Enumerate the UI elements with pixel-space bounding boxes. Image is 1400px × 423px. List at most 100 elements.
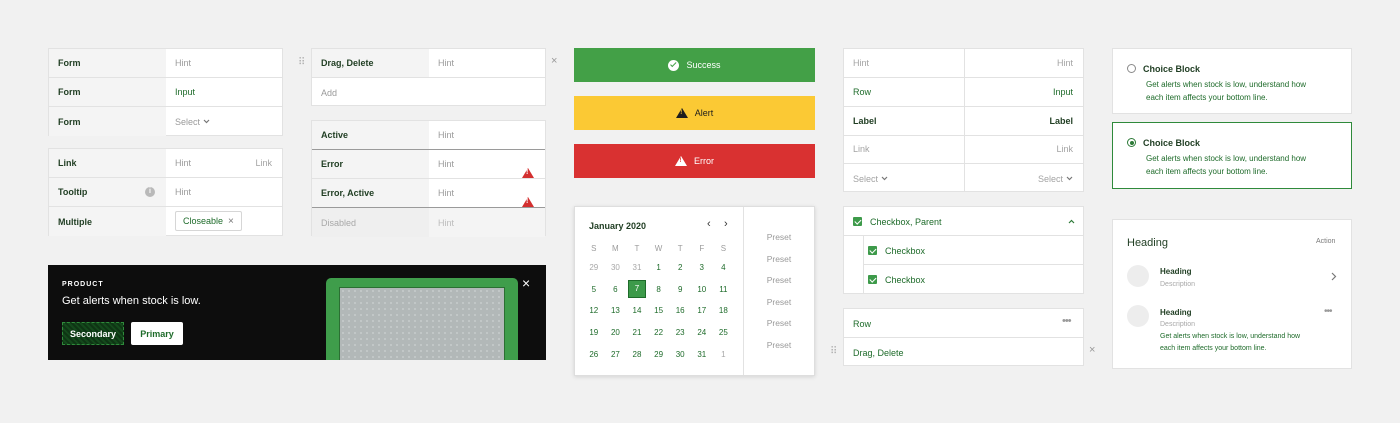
calendar-day[interactable]: 1 xyxy=(648,257,670,279)
drag-row-hint[interactable]: Hint xyxy=(429,49,454,77)
form-row-link[interactable]: Link Hint Link xyxy=(49,149,282,178)
calendar-day[interactable]: 10 xyxy=(691,279,713,301)
add-row[interactable]: Add xyxy=(312,78,545,107)
calendar-day[interactable]: 18 xyxy=(713,300,735,322)
calendar-day[interactable]: 31 xyxy=(691,343,713,365)
calendar-day[interactable]: 19 xyxy=(583,322,605,344)
choice-block[interactable]: Choice Block Get alerts when stock is lo… xyxy=(1112,48,1352,114)
state-row-error[interactable]: Error Hint xyxy=(312,150,545,179)
card-item[interactable]: Heading Description Get alerts when stoc… xyxy=(1113,302,1351,362)
calendar-day[interactable]: 5 xyxy=(583,279,605,301)
calendar-day[interactable]: 14 xyxy=(626,300,648,322)
calendar-day[interactable]: 25 xyxy=(713,322,735,344)
form-row-hint[interactable]: Hint xyxy=(166,149,191,177)
grid-row[interactable]: Row Input xyxy=(844,78,1083,107)
chevron-right-icon[interactable] xyxy=(1331,272,1337,281)
state-row-hint[interactable]: Hint xyxy=(429,150,454,178)
chevron-up-icon[interactable] xyxy=(1068,219,1075,224)
list-row[interactable]: Row ••• xyxy=(844,309,1083,338)
checkbox-checked-icon[interactable] xyxy=(868,246,877,255)
form-row-link-text[interactable]: Link xyxy=(246,149,272,177)
preset-item[interactable]: Preset xyxy=(744,227,814,249)
chevron-left-icon[interactable]: ‹ xyxy=(707,218,711,230)
close-icon[interactable]: × xyxy=(228,216,234,227)
grid-cell-right[interactable]: Link xyxy=(1056,135,1073,163)
checkbox-checked-icon[interactable] xyxy=(853,217,862,226)
list-row[interactable]: Drag, Delete xyxy=(844,338,1083,367)
calendar-day[interactable]: 30 xyxy=(605,257,627,279)
calendar-day[interactable]: 24 xyxy=(691,322,713,344)
card-item[interactable]: Heading Description xyxy=(1113,260,1351,295)
state-row-active[interactable]: Active Hint xyxy=(312,121,545,150)
calendar-day[interactable]: 2 xyxy=(669,257,691,279)
calendar-day[interactable]: 22 xyxy=(648,322,670,344)
info-icon[interactable]: i xyxy=(145,187,155,197)
grid-select-right[interactable]: Select xyxy=(1038,164,1073,193)
calendar-day[interactable]: 4 xyxy=(713,257,735,279)
preset-item[interactable]: Preset xyxy=(744,292,814,314)
checkbox-child-row[interactable]: Checkbox xyxy=(863,265,1083,294)
more-horizontal-icon[interactable]: ••• xyxy=(1062,315,1072,327)
calendar-day[interactable]: 13 xyxy=(605,300,627,322)
closeable-chip[interactable]: Closeable × xyxy=(175,211,242,231)
delete-icon[interactable]: × xyxy=(551,55,557,67)
form-row-input[interactable]: Input xyxy=(166,78,195,106)
delete-icon[interactable]: × xyxy=(1089,344,1095,356)
close-icon[interactable]: × xyxy=(522,275,530,291)
calendar-day[interactable]: 30 xyxy=(669,343,691,365)
radio-selected-icon[interactable] xyxy=(1127,138,1136,147)
preset-item[interactable]: Preset xyxy=(744,335,814,357)
checkbox-child-row[interactable]: Checkbox xyxy=(863,236,1083,265)
preset-item[interactable]: Preset xyxy=(744,313,814,335)
checkbox-parent-row[interactable]: Checkbox, Parent xyxy=(844,207,1083,236)
grid-select-left[interactable]: Select xyxy=(853,164,888,193)
grid-row[interactable]: Link Link xyxy=(844,135,1083,164)
calendar-day[interactable]: 28 xyxy=(626,343,648,365)
calendar-day[interactable]: 27 xyxy=(605,343,627,365)
calendar-day[interactable]: 7 xyxy=(626,279,648,301)
grid-row[interactable]: Select Select xyxy=(844,164,1083,193)
calendar-day[interactable]: 26 xyxy=(583,343,605,365)
more-horizontal-icon[interactable]: ••• xyxy=(1324,306,1332,317)
grid-cell-right[interactable]: Input xyxy=(1053,78,1073,106)
add-row-placeholder[interactable]: Add xyxy=(312,78,337,107)
form-row-hint[interactable]: Hint xyxy=(166,178,191,206)
primary-button[interactable]: Primary xyxy=(131,322,183,345)
calendar-day[interactable]: 8 xyxy=(648,279,670,301)
calendar-day[interactable]: 6 xyxy=(605,279,627,301)
selected-day[interactable]: 7 xyxy=(627,280,646,299)
calendar-day[interactable]: 1 xyxy=(713,343,735,365)
calendar-day[interactable]: 17 xyxy=(691,300,713,322)
form-row-hint[interactable]: Hint xyxy=(166,49,191,77)
calendar-day[interactable]: 15 xyxy=(648,300,670,322)
form-row[interactable]: Form Input xyxy=(49,78,282,107)
calendar-day[interactable]: 29 xyxy=(583,257,605,279)
form-row-select[interactable]: Select xyxy=(166,107,210,136)
calendar-day[interactable]: 20 xyxy=(605,322,627,344)
calendar-day[interactable]: 16 xyxy=(669,300,691,322)
checkbox-checked-icon[interactable] xyxy=(868,275,877,284)
calendar-day[interactable]: 9 xyxy=(669,279,691,301)
form-row[interactable]: Form Hint xyxy=(49,49,282,78)
radio-unselected-icon[interactable] xyxy=(1127,64,1136,73)
chevron-right-icon[interactable]: › xyxy=(724,218,728,230)
calendar-day[interactable]: 12 xyxy=(583,300,605,322)
calendar-day[interactable]: 21 xyxy=(626,322,648,344)
calendar-day[interactable]: 23 xyxy=(669,322,691,344)
preset-item[interactable]: Preset xyxy=(744,249,814,271)
state-row-hint[interactable]: Hint xyxy=(429,121,454,149)
preset-item[interactable]: Preset xyxy=(744,270,814,292)
form-row[interactable]: Form Select xyxy=(49,107,282,136)
calendar-day[interactable]: 31 xyxy=(626,257,648,279)
choice-block-selected[interactable]: Choice Block Get alerts when stock is lo… xyxy=(1112,122,1352,189)
grid-cell-left[interactable]: Row xyxy=(853,78,871,106)
form-row-tooltip[interactable]: Tooltip i Hint xyxy=(49,178,282,207)
calendar-day[interactable]: 3 xyxy=(691,257,713,279)
form-row-multiple[interactable]: Multiple Closeable × xyxy=(49,207,282,236)
grid-cell-left[interactable]: Hint xyxy=(853,49,869,77)
grid-cell-right[interactable]: Hint xyxy=(1057,49,1073,77)
secondary-button[interactable]: Secondary xyxy=(62,322,124,345)
grid-row[interactable]: Hint Hint xyxy=(844,49,1083,78)
calendar-day[interactable]: 11 xyxy=(713,279,735,301)
state-row-hint[interactable]: Hint xyxy=(429,179,454,207)
